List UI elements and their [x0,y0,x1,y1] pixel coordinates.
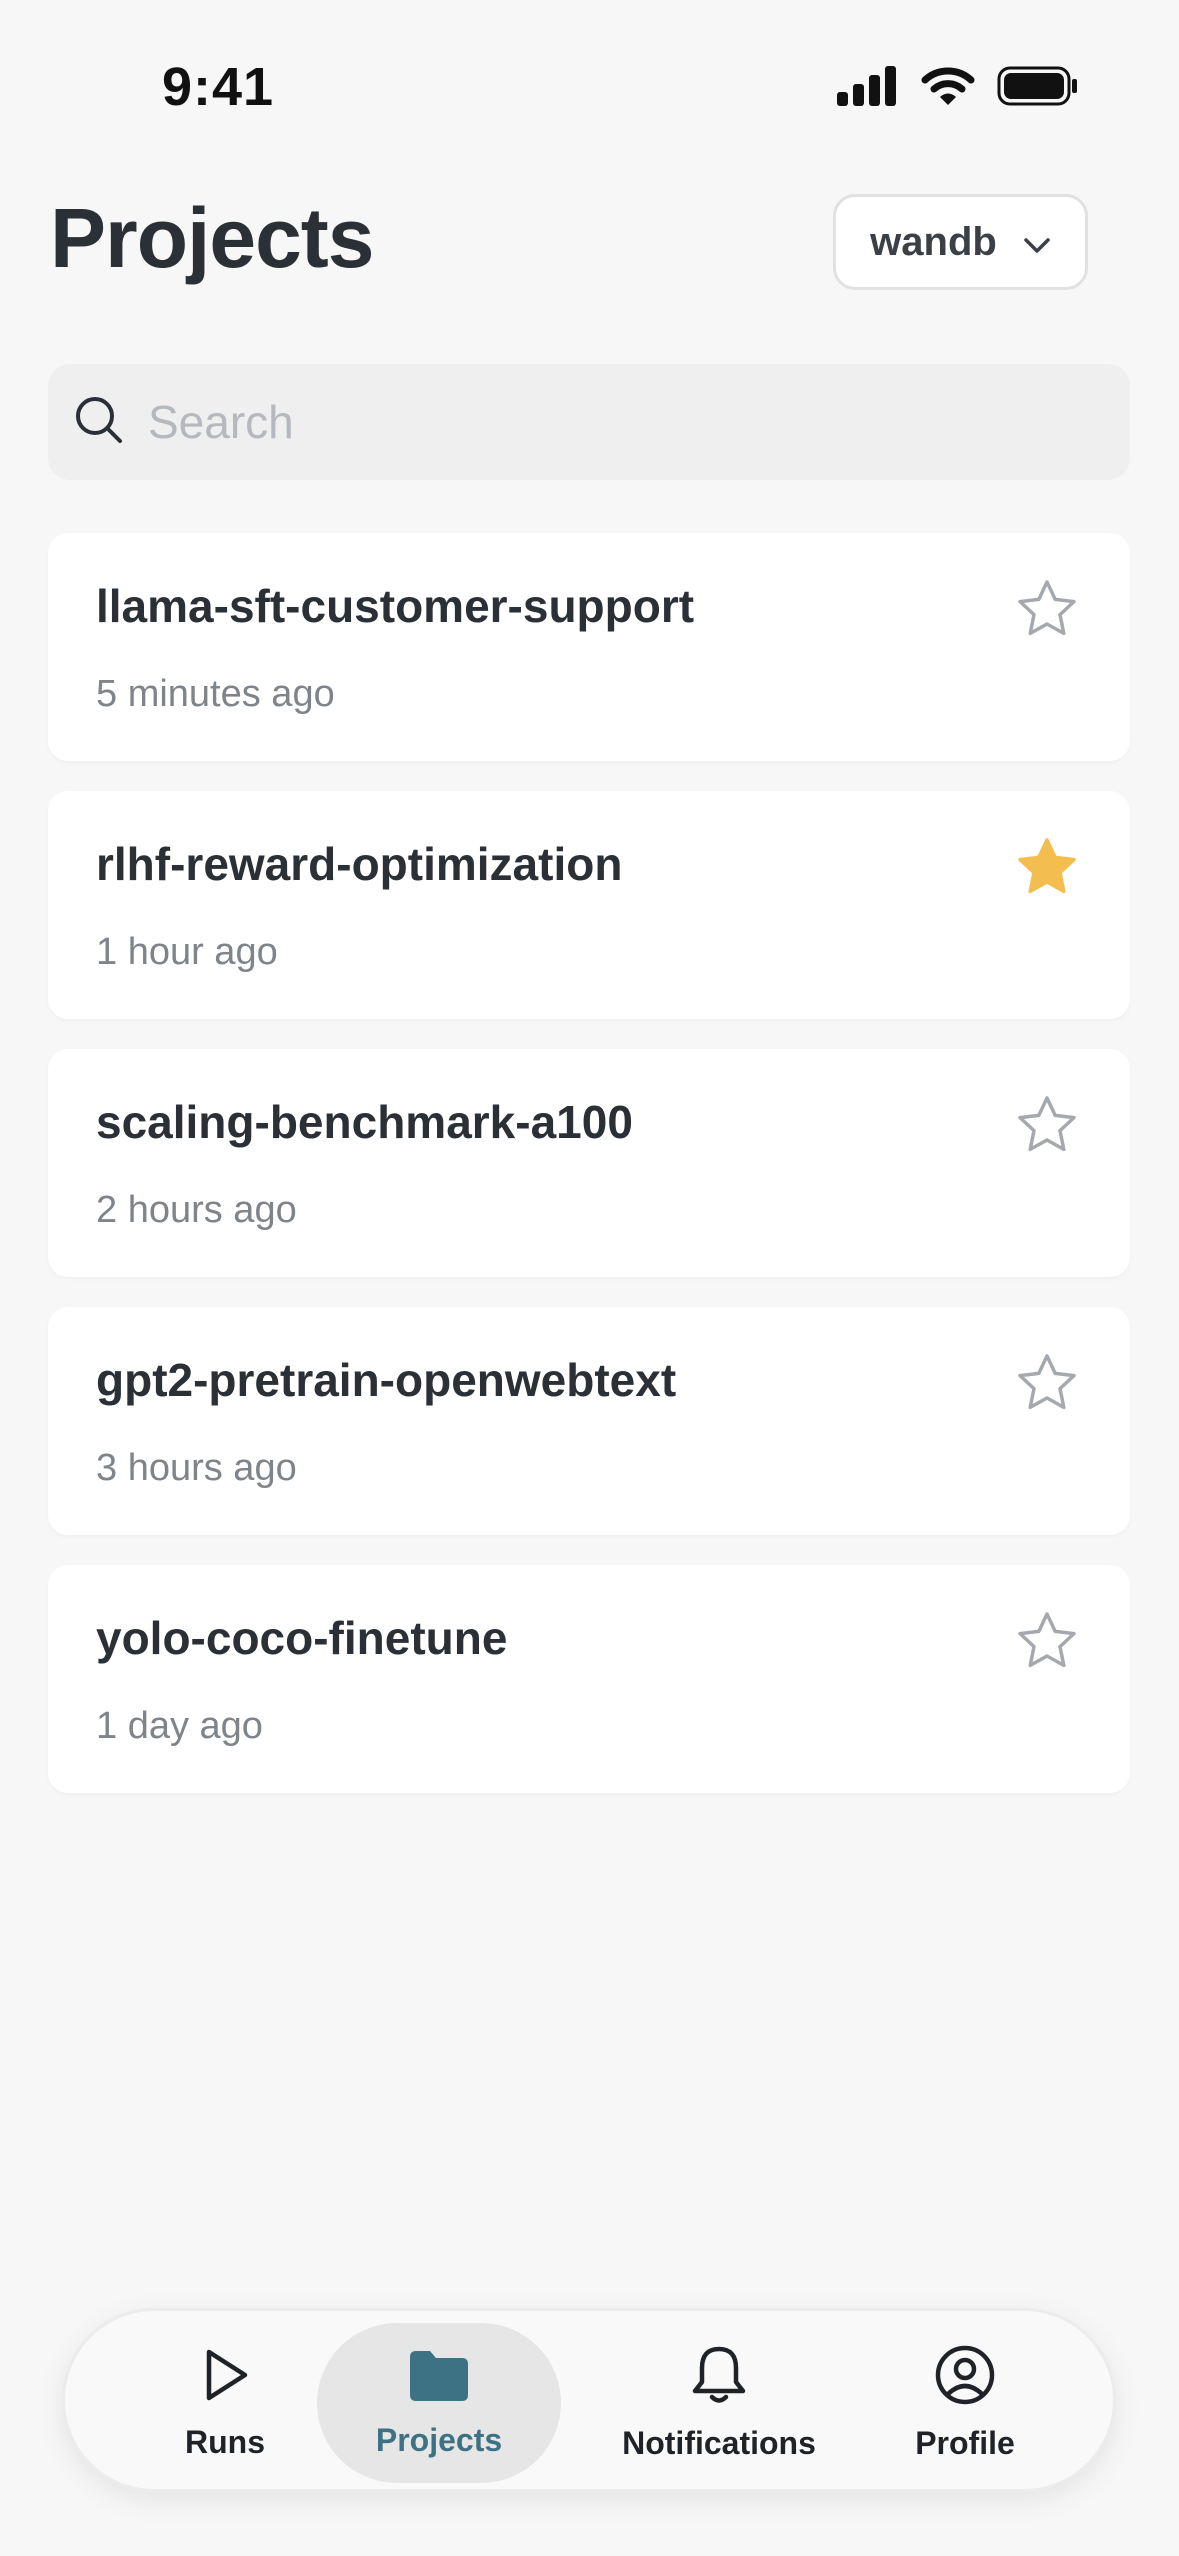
project-updated-time: 5 minutes ago [96,673,335,715]
wifi-icon [921,66,975,106]
tab-runs[interactable]: Runs [125,2323,325,2483]
project-card[interactable]: yolo-coco-finetune 1 day ago [48,1565,1130,1793]
play-icon [195,2345,255,2410]
project-name: gpt2-pretrain-openwebtext [96,1354,677,1406]
star-outline-icon[interactable] [1014,1609,1080,1675]
folder-icon [408,2347,470,2408]
search-input[interactable] [146,394,1050,450]
tab-label: Profile [915,2425,1015,2461]
page-title: Projects [50,191,374,285]
cellular-signal-icon [837,66,899,106]
org-selector-label: wandb [870,219,997,264]
status-icons [837,66,1079,106]
project-updated-time: 3 hours ago [96,1447,297,1489]
battery-icon [997,66,1079,106]
star-outline-icon[interactable] [1014,577,1080,643]
status-bar: 9:41 [0,0,1179,175]
tab-profile[interactable]: Profile [885,2323,1045,2483]
project-name: scaling-benchmark-a100 [96,1096,633,1148]
project-card[interactable]: rlhf-reward-optimization 1 hour ago [48,791,1130,1019]
project-name: rlhf-reward-optimization [96,838,623,890]
project-list: llama-sft-customer-support 5 minutes ago… [48,533,1130,1823]
project-updated-time: 2 hours ago [96,1189,297,1231]
project-card[interactable]: scaling-benchmark-a100 2 hours ago [48,1049,1130,1277]
status-time: 9:41 [162,57,275,117]
tab-label: Projects [375,2422,503,2458]
project-card[interactable]: llama-sft-customer-support 5 minutes ago [48,533,1130,761]
tab-projects[interactable]: Projects [317,2323,561,2483]
project-updated-time: 1 hour ago [96,931,278,973]
bell-icon [689,2344,749,2411]
bottom-tab-bar: Runs Projects Notifications Profile [62,2308,1116,2492]
tab-label: Notifications [622,2425,816,2461]
project-card[interactable]: gpt2-pretrain-openwebtext 3 hours ago [48,1307,1130,1535]
project-name: llama-sft-customer-support [96,580,695,632]
user-circle-icon [934,2344,996,2411]
star-outline-icon[interactable] [1014,1093,1080,1159]
project-updated-time: 1 day ago [96,1705,263,1747]
tab-label: Runs [185,2424,265,2460]
search-bar[interactable] [48,364,1130,480]
project-name: yolo-coco-finetune [96,1612,508,1664]
org-selector-button[interactable]: wandb [833,194,1088,290]
star-outline-icon[interactable] [1014,1351,1080,1417]
chevron-down-icon [1023,220,1051,265]
search-icon [74,395,124,450]
tab-notifications[interactable]: Notifications [601,2323,837,2483]
star-filled-icon[interactable] [1014,835,1080,901]
